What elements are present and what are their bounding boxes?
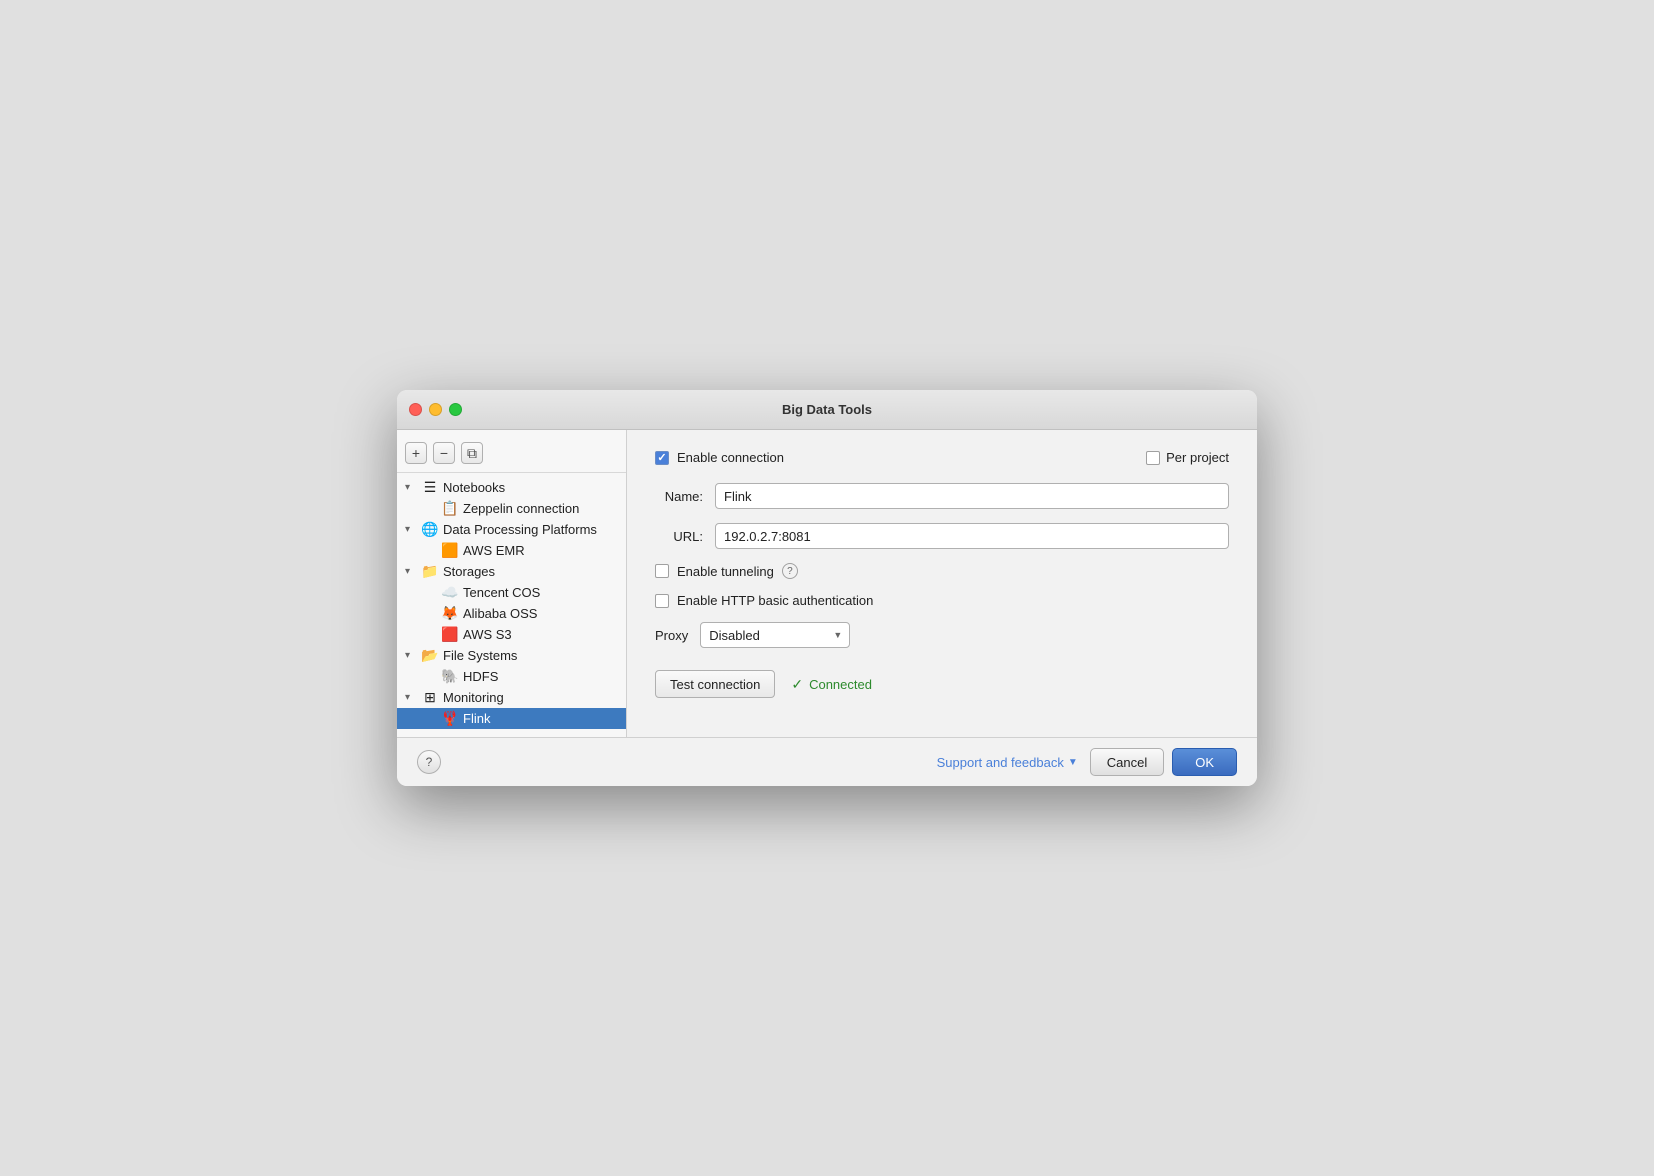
sidebar-item-label: Flink: [463, 711, 490, 726]
sidebar-item-label: Storages: [443, 564, 495, 579]
chevron-down-icon: ▼: [1068, 757, 1078, 768]
sidebar-item-file-systems[interactable]: ▾ 📂 File Systems: [397, 645, 626, 666]
url-field-row: URL:: [655, 523, 1229, 549]
ok-button[interactable]: OK: [1172, 748, 1237, 776]
storages-icon: 📁: [421, 563, 439, 580]
name-field-row: Name:: [655, 483, 1229, 509]
proxy-select[interactable]: Disabled System Manual: [700, 622, 850, 648]
per-project-label: Per project: [1166, 450, 1229, 465]
sidebar-item-tencent-cos[interactable]: ☁️ Tencent COS: [397, 582, 626, 603]
sidebar-item-flink[interactable]: 🦞 Flink: [397, 708, 626, 729]
tunneling-help-icon[interactable]: ?: [782, 563, 798, 579]
tunneling-checkbox[interactable]: [655, 564, 669, 578]
test-connection-row: Test connection ✓ Connected: [655, 670, 1229, 698]
check-icon: ✓: [791, 676, 803, 693]
sidebar-item-data-processing[interactable]: ▾ 🌐 Data Processing Platforms: [397, 519, 626, 540]
chevron-icon: ▾: [405, 692, 417, 703]
sidebar-item-label: AWS S3: [463, 627, 512, 642]
sidebar-item-alibaba-oss[interactable]: 🦊 Alibaba OSS: [397, 603, 626, 624]
chevron-icon: ▾: [405, 566, 417, 577]
copy-button[interactable]: ⧉: [461, 442, 483, 464]
sidebar-item-label: Data Processing Platforms: [443, 522, 597, 537]
url-input[interactable]: [715, 523, 1229, 549]
sidebar-item-label: Tencent COS: [463, 585, 540, 600]
remove-button[interactable]: −: [433, 442, 455, 464]
chevron-icon: ▾: [405, 524, 417, 535]
enable-row: ✓ Enable connection Per project: [655, 450, 1229, 465]
aws-emr-icon: 🟧: [441, 542, 459, 559]
enable-connection-checkbox[interactable]: ✓: [655, 451, 669, 465]
flink-icon: 🦞: [441, 710, 459, 727]
traffic-lights: [409, 403, 462, 416]
sidebar-item-monitoring[interactable]: ▾ ⊞ Monitoring: [397, 687, 626, 708]
tunneling-label: Enable tunneling: [677, 564, 774, 579]
data-processing-icon: 🌐: [421, 521, 439, 538]
http-auth-row: Enable HTTP basic authentication: [655, 593, 1229, 608]
test-connection-button[interactable]: Test connection: [655, 670, 775, 698]
http-auth-label: Enable HTTP basic authentication: [677, 593, 873, 608]
enable-connection-label: Enable connection: [677, 450, 784, 465]
main-window: Big Data Tools + − ⧉ ▾ ☰ Notebooks 📋 Zep…: [397, 390, 1257, 786]
content-area: + − ⧉ ▾ ☰ Notebooks 📋 Zeppelin connectio…: [397, 430, 1257, 737]
sidebar-item-hdfs[interactable]: 🐘 HDFS: [397, 666, 626, 687]
minimize-button[interactable]: [429, 403, 442, 416]
name-label: Name:: [655, 489, 715, 504]
sidebar-item-label: File Systems: [443, 648, 517, 663]
bottom-buttons: Cancel OK: [1090, 748, 1237, 776]
tunneling-row: Enable tunneling ?: [655, 563, 1229, 579]
connected-label: Connected: [809, 677, 872, 692]
sidebar-item-storages[interactable]: ▾ 📁 Storages: [397, 561, 626, 582]
zeppelin-icon: 📋: [441, 500, 459, 517]
support-feedback-label: Support and feedback: [937, 755, 1064, 770]
sidebar-item-label: AWS EMR: [463, 543, 525, 558]
enable-left: ✓ Enable connection: [655, 450, 784, 465]
support-feedback-link[interactable]: Support and feedback ▼: [937, 755, 1078, 770]
url-label: URL:: [655, 529, 715, 544]
sidebar-item-zeppelin[interactable]: 📋 Zeppelin connection: [397, 498, 626, 519]
titlebar: Big Data Tools: [397, 390, 1257, 430]
file-systems-icon: 📂: [421, 647, 439, 664]
sidebar-toolbar: + − ⧉: [397, 438, 626, 473]
aws-s3-icon: 🟥: [441, 626, 459, 643]
close-button[interactable]: [409, 403, 422, 416]
bottom-bar: ? Support and feedback ▼ Cancel OK: [397, 737, 1257, 786]
sidebar-item-label: Monitoring: [443, 690, 504, 705]
cancel-button[interactable]: Cancel: [1090, 748, 1164, 776]
sidebar-item-label: Notebooks: [443, 480, 505, 495]
sidebar-item-label: Zeppelin connection: [463, 501, 579, 516]
window-title: Big Data Tools: [782, 402, 872, 417]
maximize-button[interactable]: [449, 403, 462, 416]
sidebar-item-label: Alibaba OSS: [463, 606, 537, 621]
connection-status: ✓ Connected: [791, 676, 872, 693]
per-project-checkbox[interactable]: [1146, 451, 1160, 465]
sidebar-item-notebooks[interactable]: ▾ ☰ Notebooks: [397, 477, 626, 498]
proxy-label: Proxy: [655, 628, 688, 643]
name-input[interactable]: [715, 483, 1229, 509]
help-button[interactable]: ?: [417, 750, 441, 774]
hdfs-icon: 🐘: [441, 668, 459, 685]
alibaba-icon: 🦊: [441, 605, 459, 622]
checkmark-icon: ✓: [657, 451, 666, 464]
sidebar: + − ⧉ ▾ ☰ Notebooks 📋 Zeppelin connectio…: [397, 430, 627, 737]
proxy-select-wrapper: Disabled System Manual: [700, 622, 850, 648]
tencent-icon: ☁️: [441, 584, 459, 601]
proxy-row: Proxy Disabled System Manual: [655, 622, 1229, 648]
add-button[interactable]: +: [405, 442, 427, 464]
per-project-row: Per project: [1146, 450, 1229, 465]
chevron-icon: ▾: [405, 482, 417, 493]
monitoring-icon: ⊞: [421, 689, 439, 706]
sidebar-item-label: HDFS: [463, 669, 498, 684]
main-panel: ✓ Enable connection Per project Name: UR…: [627, 430, 1257, 737]
sidebar-item-aws-emr[interactable]: 🟧 AWS EMR: [397, 540, 626, 561]
chevron-icon: ▾: [405, 650, 417, 661]
http-auth-checkbox[interactable]: [655, 594, 669, 608]
notebooks-icon: ☰: [421, 479, 439, 496]
sidebar-item-aws-s3[interactable]: 🟥 AWS S3: [397, 624, 626, 645]
